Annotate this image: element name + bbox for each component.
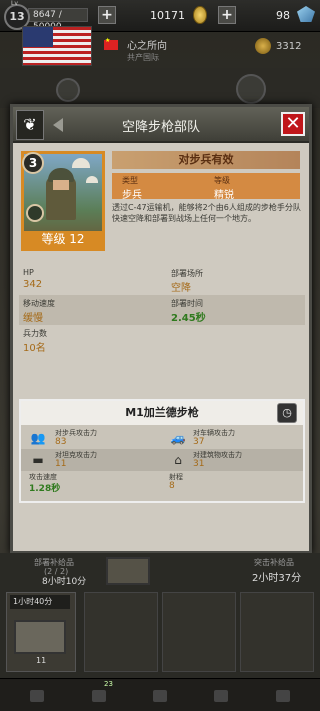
type-box: 类型 步兵 等级 精锐 <box>112 173 300 201</box>
timer-icon[interactable]: ◷ <box>277 403 297 423</box>
parachute-icon <box>72 158 90 168</box>
weapon-row: ▬ 对坦克攻击力 11 ⌂ 对建筑物攻击力 31 <box>21 449 303 471</box>
stat-label: 部署场所 <box>171 269 203 278</box>
weapon-stat-value: 83 <box>55 437 67 447</box>
stat-label: 移动速度 <box>23 299 55 308</box>
add-cash-button[interactable]: + <box>218 6 236 24</box>
unit-card: 3 等级 12 <box>21 151 105 251</box>
unit-description: 透过C-47运输机，能够将2个由6人组成的步枪手分队快速空降和部署到战场上任何一… <box>112 203 301 223</box>
empty-slot[interactable] <box>84 592 158 672</box>
level-tag: Lv <box>11 0 18 7</box>
supply-chest-icon[interactable] <box>106 557 150 585</box>
assault-supply-timer: 2小时37分 <box>252 573 302 584</box>
empty-slot[interactable] <box>162 592 236 672</box>
parachute-icon <box>86 176 98 183</box>
stat-value: 10名 <box>23 343 46 354</box>
chest-icon <box>14 620 66 654</box>
nav-cards-icon[interactable] <box>92 690 106 702</box>
infantry-icon: 👥 <box>30 431 46 445</box>
medal-icon <box>255 38 271 54</box>
vehicle-icon: 🚙 <box>170 431 186 445</box>
weapon-row: 攻击速度 1.28秒 射程 8 <box>21 471 303 494</box>
weapon-stat-value: 31 <box>193 459 205 469</box>
stats-row: HP 342 部署场所 空降 <box>19 265 305 295</box>
stats-row: 兵力数 10名 <box>19 325 305 355</box>
stat-value: 空降 <box>171 283 191 294</box>
alliance-name: 共产国际 <box>127 53 159 62</box>
cash-value: 10171 <box>150 9 185 22</box>
add-xp-button[interactable]: + <box>98 6 116 24</box>
stat-value: 2.45秒 <box>171 313 206 324</box>
menu-badge-icon[interactable] <box>56 78 80 102</box>
unit-info-dialog: ❦ 空降步枪部队 ✕ 3 等级 12 对步兵有效 类型 步兵 等级 精锐 透过C… <box>10 104 312 554</box>
unit-stats: HP 342 部署场所 空降 移动速度 缓慢 部署时间 2.45秒 兵力数 10… <box>19 265 305 355</box>
xp-bar: 8647 / 50000 <box>28 8 88 32</box>
power-value: 3312 <box>276 41 302 52</box>
nav-home-icon[interactable] <box>30 690 44 702</box>
dialog-header: ❦ 空降步枪部队 ✕ <box>13 107 309 143</box>
weapon-name: M1加兰德步枪 <box>21 401 303 425</box>
player-name: 心之所向 <box>127 41 167 52</box>
weapon-stat-value: 11 <box>55 459 67 469</box>
chest-count: 11 <box>36 656 47 665</box>
emblem-icon[interactable] <box>236 74 266 104</box>
nav-social-icon[interactable] <box>276 690 290 702</box>
coin-icon <box>193 6 207 24</box>
weapon-panel: M1加兰德步枪 ◷ 👥 对步兵攻击力 83 🚙 对车辆攻击力 37 ▬ 对坦克攻… <box>19 399 305 503</box>
stat-label: 部署时间 <box>171 299 203 308</box>
stat-label: HP <box>23 268 34 277</box>
us-flag-icon[interactable] <box>22 26 92 66</box>
nav-shop-icon[interactable] <box>214 690 228 702</box>
gems-value: 98 <box>276 9 290 22</box>
stat-value: 缓慢 <box>23 313 43 324</box>
nav-battle-icon[interactable] <box>153 690 167 702</box>
gem-icon <box>297 6 315 22</box>
level-value: 13 <box>9 10 25 23</box>
grade-value: 精锐 <box>214 190 234 201</box>
rank-badge: 3 <box>22 152 44 174</box>
chest-timer: 1小时40分 <box>10 595 70 609</box>
stats-row: 移动速度 缓慢 部署时间 2.45秒 <box>19 295 305 325</box>
assault-supply-label: 突击补给品 <box>254 558 294 567</box>
grade-label: 等级 <box>214 176 230 185</box>
gear-icon <box>26 204 44 222</box>
china-flag-icon <box>104 37 118 50</box>
type-value: 步兵 <box>122 190 142 201</box>
effective-against-ribbon: 对步兵有效 <box>112 151 300 169</box>
weapon-stat-value: 1.28秒 <box>29 484 61 494</box>
weapon-row: 👥 对步兵攻击力 83 🚙 对车辆攻击力 37 <box>21 427 303 449</box>
unit-level: 等级 12 <box>24 231 102 248</box>
stat-label: 兵力数 <box>23 329 47 338</box>
dialog-title: 空降步枪部队 <box>121 120 200 135</box>
deploy-supply-timer: 8小时10分 <box>42 577 87 587</box>
soldier-face <box>53 180 69 190</box>
close-button[interactable]: ✕ <box>281 112 305 136</box>
building-icon: ⌂ <box>174 453 182 467</box>
empty-slot[interactable] <box>240 592 314 672</box>
weapon-stat-value: 8 <box>169 481 175 491</box>
stat-value: 342 <box>23 279 43 290</box>
flag-canton <box>23 27 53 47</box>
weapon-stat-value: 37 <box>193 437 205 447</box>
type-label: 类型 <box>122 176 138 185</box>
menu-row <box>0 68 320 108</box>
nav-badge: 23 <box>104 680 113 688</box>
tank-icon: ▬ <box>32 453 44 467</box>
